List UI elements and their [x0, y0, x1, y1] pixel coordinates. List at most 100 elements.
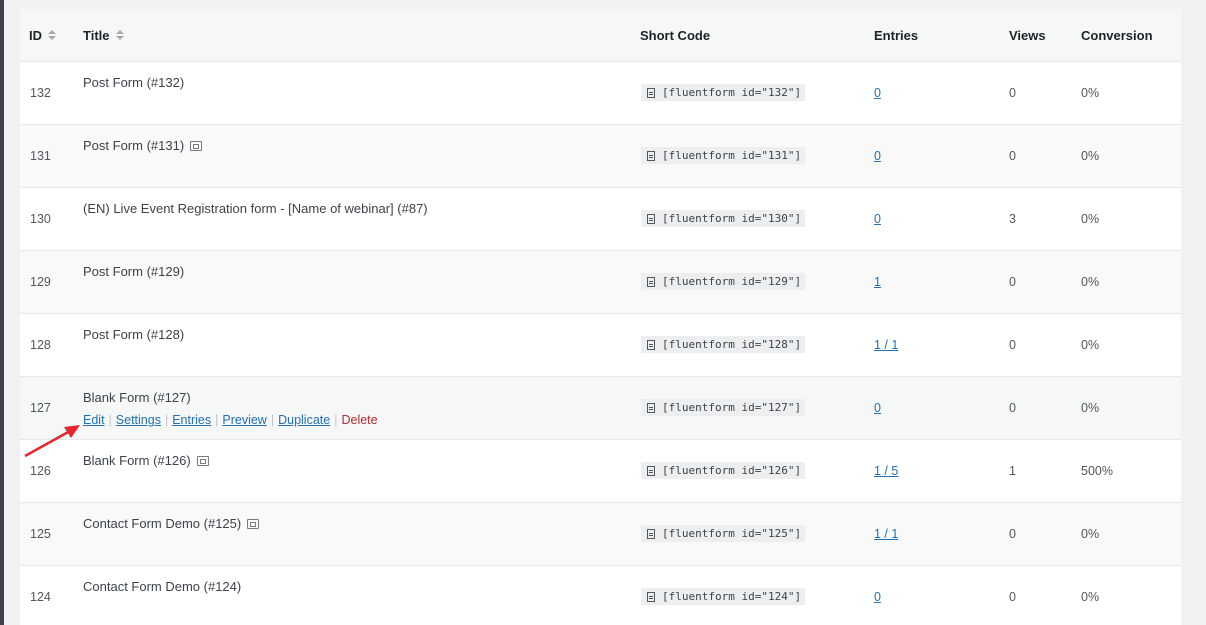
- preview-link[interactable]: Preview: [222, 413, 266, 427]
- delete-link[interactable]: Delete: [341, 413, 377, 427]
- views-count: 0: [1009, 590, 1016, 604]
- table-row: 126 Blank Form (#126) [fluentform id="126"…: [20, 440, 1181, 503]
- entries-link[interactable]: 1: [874, 275, 881, 289]
- row-id: 126: [30, 464, 51, 478]
- entries-link[interactable]: 0: [874, 212, 881, 226]
- row-title[interactable]: Blank Form (#126): [83, 453, 209, 468]
- conversion-rate: 0%: [1081, 527, 1100, 541]
- short-code[interactable]: [fluentform id="125"]: [641, 525, 806, 542]
- row-id: 125: [30, 527, 51, 541]
- table-header: ID Title Short Code Entries Views Conver…: [20, 9, 1181, 62]
- views-count: 0: [1009, 338, 1016, 352]
- sort-icon[interactable]: [48, 30, 56, 40]
- entries-count: 1 / 5: [874, 440, 898, 502]
- copy-icon[interactable]: [647, 87, 655, 98]
- conversion-rate: 0%: [1081, 149, 1100, 163]
- table-body: 132 Post Form (#132) [fluentform id="132"]…: [20, 62, 1181, 625]
- entries-count: 1 / 1: [874, 314, 898, 376]
- table-row: 127 Blank Form (#127) [fluentform id="127"…: [20, 377, 1181, 440]
- row-id: 129: [30, 275, 51, 289]
- short-code[interactable]: [fluentform id="124"]: [641, 588, 806, 605]
- entries-link[interactable]: 0: [874, 149, 881, 163]
- row-title[interactable]: Blank Form (#127): [83, 390, 191, 405]
- short-code[interactable]: [fluentform id="128"]: [641, 336, 806, 353]
- entries-count: 0: [874, 566, 881, 625]
- sort-icon[interactable]: [115, 30, 124, 40]
- short-code[interactable]: [fluentform id="127"]: [641, 399, 806, 416]
- entries-link[interactable]: 1 / 1: [874, 338, 898, 352]
- entries-count: 0: [874, 377, 881, 439]
- row-title[interactable]: Post Form (#129): [83, 264, 184, 279]
- entries-link[interactable]: 0: [874, 86, 881, 100]
- row-title[interactable]: Post Form (#128): [83, 327, 184, 342]
- admin-sidebar-edge: [0, 0, 4, 625]
- table-row: 129 Post Form (#129) [fluentform id="129"]…: [20, 251, 1181, 314]
- entries-count: 0: [874, 125, 881, 187]
- row-title[interactable]: Contact Form Demo (#125): [83, 516, 260, 531]
- entries-link[interactable]: 0: [874, 401, 881, 415]
- views-count: 3: [1009, 212, 1016, 226]
- copy-icon[interactable]: [647, 591, 655, 602]
- column-header-views: Views: [1009, 27, 1046, 43]
- settings-link[interactable]: Settings: [116, 413, 161, 427]
- row-title[interactable]: Contact Form Demo (#124): [83, 579, 241, 594]
- row-id: 130: [30, 212, 51, 226]
- copy-icon[interactable]: [647, 528, 655, 539]
- table-row: 128 Post Form (#128) [fluentform id="128"]…: [20, 314, 1181, 377]
- column-header-id[interactable]: ID: [29, 9, 56, 61]
- table-row: 124 Contact Form Demo (#124) [fluentform i…: [20, 566, 1181, 625]
- forms-table: ID Title Short Code Entries Views Conver…: [20, 9, 1181, 625]
- entries-count: 0: [874, 188, 881, 250]
- row-title[interactable]: Post Form (#131): [83, 138, 203, 153]
- views-count: 1: [1009, 464, 1016, 478]
- row-title[interactable]: (EN) Live Event Registration form - [Nam…: [83, 201, 428, 216]
- entries-count: 1 / 1: [874, 503, 898, 565]
- row-id: 124: [30, 590, 51, 604]
- copy-icon[interactable]: [647, 276, 655, 287]
- views-count: 0: [1009, 149, 1016, 163]
- row-title[interactable]: Post Form (#132): [83, 75, 184, 90]
- views-count: 0: [1009, 275, 1016, 289]
- views-count: 0: [1009, 86, 1016, 100]
- entries-link[interactable]: 0: [874, 590, 881, 604]
- table-row: 130 (EN) Live Event Registration form - […: [20, 188, 1181, 251]
- preview-icon[interactable]: [190, 140, 203, 151]
- copy-icon[interactable]: [647, 213, 655, 224]
- copy-icon[interactable]: [647, 150, 655, 161]
- entries-link[interactable]: 1 / 1: [874, 527, 898, 541]
- row-id: 132: [30, 86, 51, 100]
- conversion-rate: 0%: [1081, 212, 1100, 226]
- short-code[interactable]: [fluentform id="129"]: [641, 273, 806, 290]
- column-header-title[interactable]: Title: [83, 9, 124, 61]
- views-count: 0: [1009, 401, 1016, 415]
- table-row: 131 Post Form (#131) [fluentform id="131"]…: [20, 125, 1181, 188]
- entries-link[interactable]: 1 / 5: [874, 464, 898, 478]
- short-code[interactable]: [fluentform id="131"]: [641, 147, 806, 164]
- preview-icon[interactable]: [247, 518, 260, 529]
- table-row: 125 Contact Form Demo (#125) [fluentform i…: [20, 503, 1181, 566]
- edit-link[interactable]: Edit: [83, 413, 105, 427]
- conversion-rate: 0%: [1081, 401, 1100, 415]
- views-count: 0: [1009, 527, 1016, 541]
- table-row: 132 Post Form (#132) [fluentform id="132"]…: [20, 62, 1181, 125]
- short-code[interactable]: [fluentform id="130"]: [641, 210, 806, 227]
- entries-action-link[interactable]: Entries: [172, 413, 211, 427]
- copy-icon[interactable]: [647, 402, 655, 413]
- entries-count: 1: [874, 251, 881, 313]
- row-id: 127: [30, 401, 51, 415]
- conversion-rate: 0%: [1081, 86, 1100, 100]
- conversion-rate: 0%: [1081, 338, 1100, 352]
- copy-icon[interactable]: [647, 339, 655, 350]
- column-header-entries: Entries: [874, 27, 919, 43]
- short-code[interactable]: [fluentform id="126"]: [641, 462, 806, 479]
- short-code[interactable]: [fluentform id="132"]: [641, 84, 806, 101]
- preview-icon[interactable]: [196, 455, 209, 466]
- conversion-rate: 0%: [1081, 590, 1100, 604]
- conversion-rate: 500%: [1081, 464, 1113, 478]
- copy-icon[interactable]: [647, 465, 655, 476]
- row-id: 131: [30, 149, 51, 163]
- column-header-conversion: Conversion: [1081, 27, 1153, 43]
- duplicate-link[interactable]: Duplicate: [278, 413, 330, 427]
- conversion-rate: 0%: [1081, 275, 1100, 289]
- column-header-short-code: Short Code: [640, 27, 711, 43]
